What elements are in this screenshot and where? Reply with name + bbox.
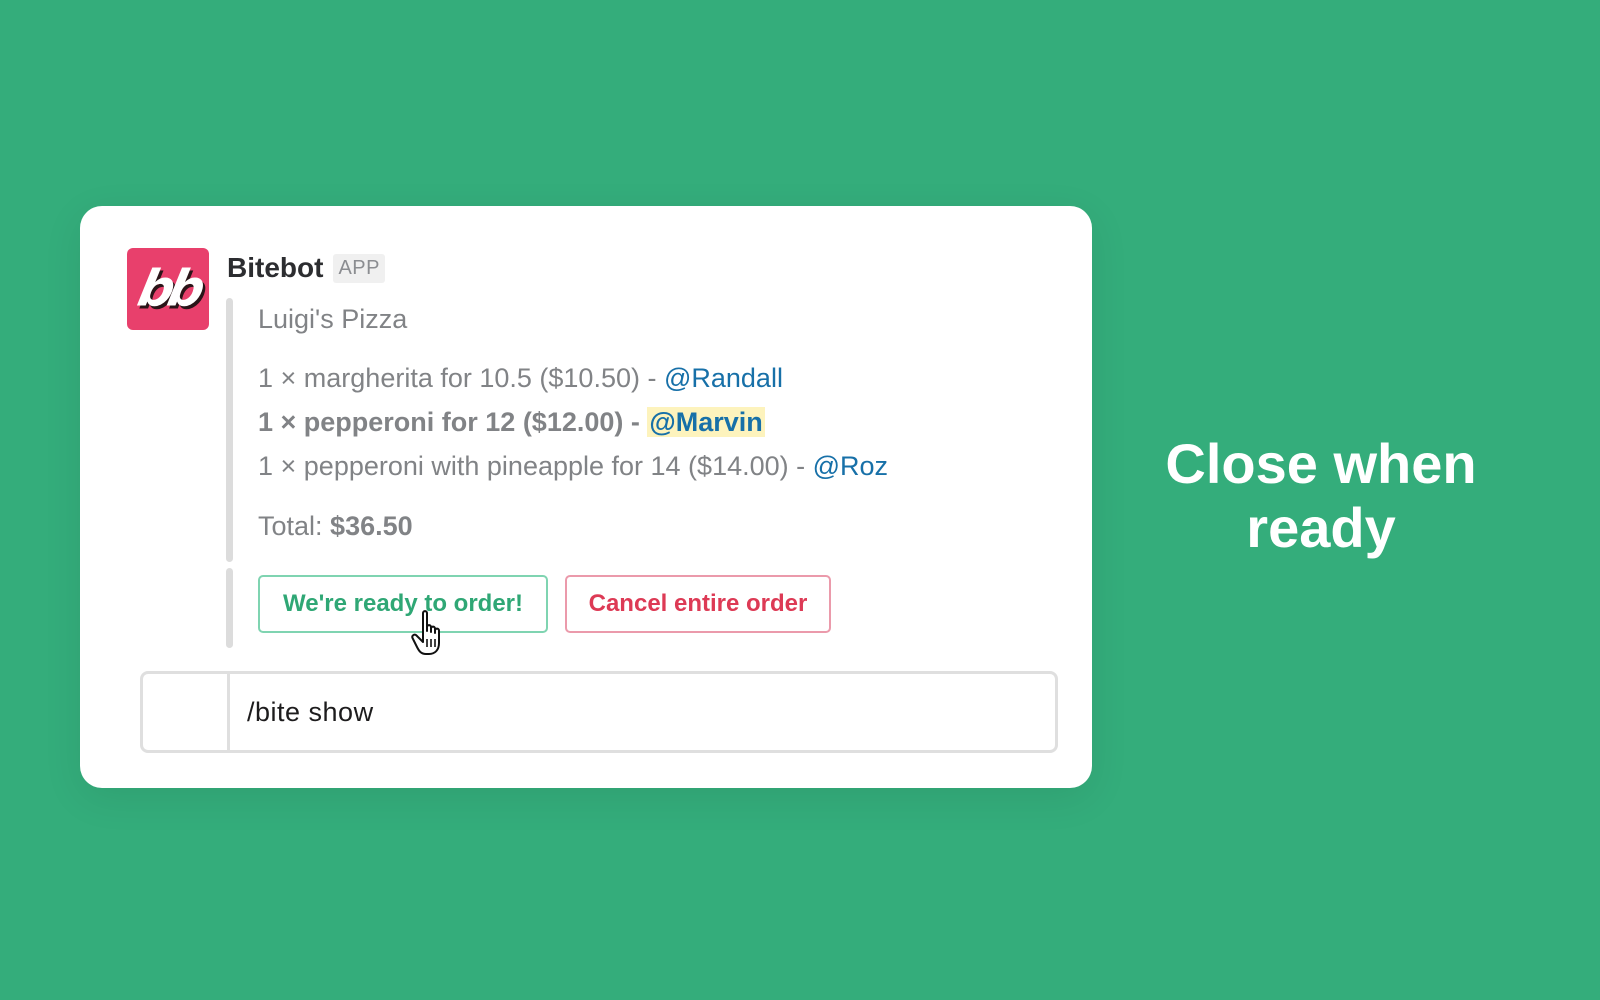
- actions-bar: [226, 568, 233, 648]
- user-mention[interactable]: @Randall: [664, 363, 783, 393]
- feature-caption: Close when ready: [1155, 432, 1487, 560]
- restaurant-name: Luigi's Pizza: [258, 304, 408, 334]
- order-line: 1 × pepperoni with pineapple for 14 ($14…: [258, 451, 888, 482]
- caption-line: ready: [1246, 496, 1396, 559]
- total-value: $36.50: [330, 511, 413, 541]
- avatar-text: bb: [133, 259, 209, 317]
- composer-attach-area[interactable]: [143, 674, 230, 750]
- message-card: bb bb Bitebot APP Luigi's Pizza 1 × marg…: [80, 206, 1092, 788]
- cancel-order-button[interactable]: Cancel entire order: [565, 575, 831, 633]
- order-text: 1 × pepperoni for 12 ($12.00) -: [258, 407, 648, 437]
- attachment-bar: [226, 298, 233, 562]
- order-text: 1 × margherita for 10.5 ($10.50) -: [258, 363, 664, 393]
- sender-name[interactable]: Bitebot: [227, 252, 323, 284]
- ready-to-order-button[interactable]: We're ready to order!: [258, 575, 548, 633]
- message-header: Bitebot APP: [227, 248, 385, 288]
- user-mention[interactable]: @Roz: [813, 451, 888, 481]
- caption-line: Close when: [1165, 432, 1477, 495]
- total-label: Total:: [258, 511, 331, 541]
- order-line: 1 × margherita for 10.5 ($10.50) - @Rand…: [258, 363, 783, 394]
- order-line-highlighted: 1 × pepperoni for 12 ($12.00) - @Marvin: [258, 407, 765, 438]
- bitebot-logo-icon[interactable]: bb bb: [127, 248, 209, 330]
- order-total: Total: $36.50: [258, 511, 413, 542]
- app-badge: APP: [333, 253, 385, 283]
- hand-pointer-icon: [411, 609, 453, 657]
- order-text: 1 × pepperoni with pineapple for 14 ($14…: [258, 451, 813, 481]
- user-mention-self[interactable]: @Marvin: [647, 407, 765, 437]
- composer-input[interactable]: /bite show: [247, 674, 374, 750]
- message-composer[interactable]: /bite show: [140, 671, 1058, 753]
